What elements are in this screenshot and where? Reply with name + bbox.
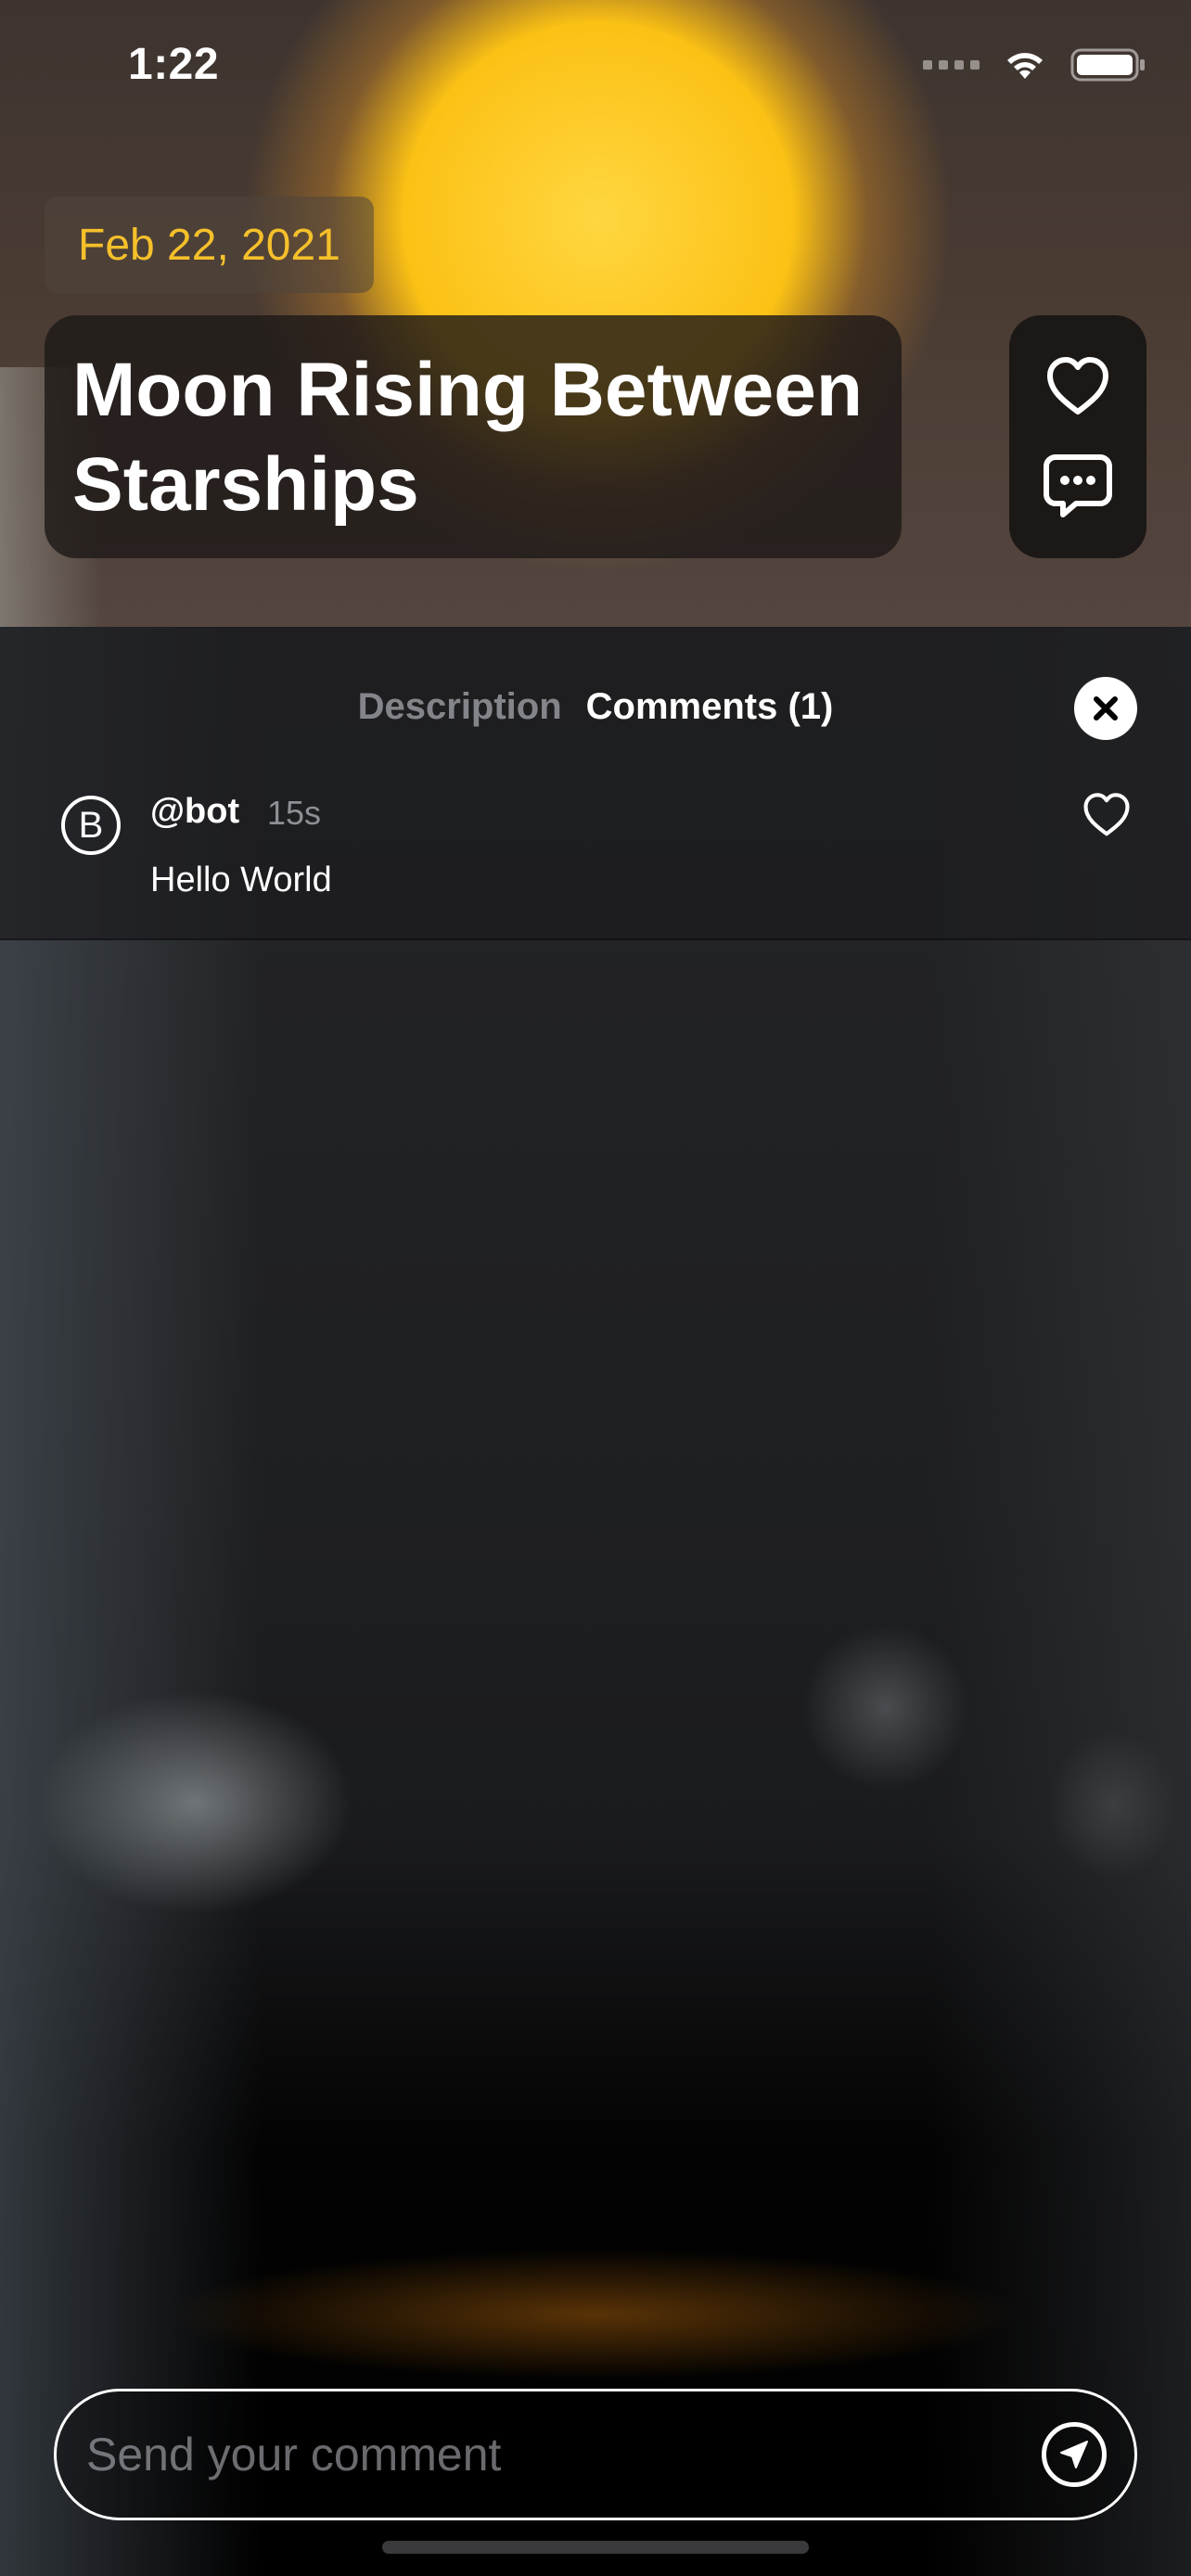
comment-like-button[interactable] <box>1080 788 1133 842</box>
close-icon <box>1094 696 1118 721</box>
status-time: 1:22 <box>128 40 220 89</box>
comment-author[interactable]: @bot <box>150 792 239 832</box>
photo-detail-screen: 1:22 Feb 22, 2021 Moon Rising Between St… <box>0 0 1191 2576</box>
comment-bubble-icon <box>1044 454 1112 517</box>
comment-text: Hello World <box>150 861 332 899</box>
send-icon <box>1060 2441 1088 2468</box>
tab-comments[interactable]: Comments (1) <box>586 686 834 728</box>
avatar-letter: B <box>78 804 104 846</box>
avatar[interactable]: B <box>61 796 121 855</box>
comment-composer <box>54 2389 1137 2520</box>
comments-button[interactable] <box>1039 448 1117 526</box>
home-indicator <box>382 2541 809 2554</box>
status-icons <box>923 46 1146 83</box>
send-button[interactable] <box>1042 2422 1107 2487</box>
comment-input[interactable] <box>84 2427 1042 2482</box>
tab-description[interactable]: Description <box>358 686 562 728</box>
close-button[interactable] <box>1074 677 1137 740</box>
post-title-card: Moon Rising Between Starships <box>45 315 902 558</box>
post-date-chip: Feb 22, 2021 <box>45 197 374 293</box>
wifi-icon <box>1007 53 1043 79</box>
heart-icon <box>1047 357 1108 414</box>
post-date: Feb 22, 2021 <box>78 220 340 270</box>
comment-time: 15s <box>267 794 322 832</box>
detail-tabs: Description Comments (1) <box>0 686 1191 728</box>
heart-icon <box>1083 793 1130 836</box>
post-title-line-2: Starships <box>72 442 419 527</box>
like-button[interactable] <box>1039 348 1117 426</box>
post-title-line-1: Moon Rising Between <box>72 348 863 432</box>
signal-icon <box>923 60 980 70</box>
battery-icon <box>1070 48 1145 82</box>
post-actions <box>1009 315 1146 558</box>
